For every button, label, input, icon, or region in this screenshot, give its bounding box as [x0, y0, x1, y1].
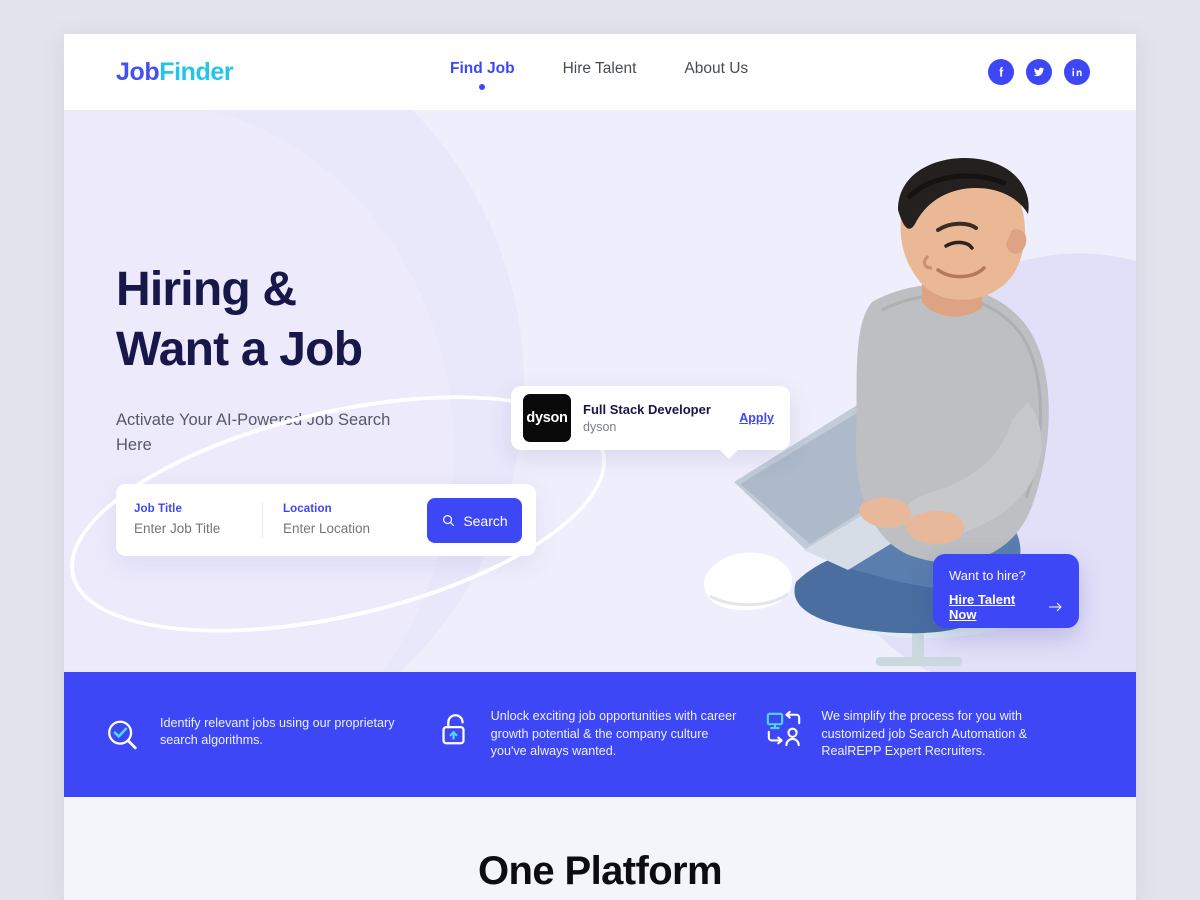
facebook-link[interactable]: [988, 59, 1014, 85]
nav-item-about-us-label: About Us: [684, 60, 749, 77]
job-card-company: dyson: [583, 420, 617, 434]
apply-link[interactable]: Apply: [739, 411, 774, 425]
search-icon: [443, 515, 455, 527]
nav-item-hire-talent-label: Hire Talent: [562, 60, 637, 77]
search-button[interactable]: Search: [427, 498, 522, 543]
hero-section: Hiring & Want a Job Activate Your AI-Pow…: [64, 110, 1136, 672]
job-card-title: Full Stack Developer: [583, 402, 711, 417]
hire-card-question: Want to hire?: [949, 568, 1026, 583]
facebook-icon: [999, 67, 1004, 77]
hire-talent-now-label: Hire Talent Now: [949, 592, 1016, 622]
feature-item-automation-text: We simplify the process for you with cus…: [821, 709, 1028, 759]
site-header: JobFinder Find Job Hire Talent About Us: [64, 34, 1136, 110]
nav-item-find-job[interactable]: Find Job: [450, 60, 515, 90]
platform-section: One Platform: [64, 797, 1136, 900]
job-title-field: Job Title: [116, 503, 262, 538]
main-nav: Find Job Hire Talent About Us: [450, 60, 748, 90]
nav-item-about-us[interactable]: About Us: [684, 60, 748, 90]
logo[interactable]: JobFinder: [116, 58, 234, 87]
location-label: Location: [283, 502, 332, 515]
arrow-right-icon: [1048, 602, 1062, 612]
location-input[interactable]: [283, 520, 403, 536]
feature-item-unlock: Unlock exciting job opportunities with c…: [435, 708, 766, 761]
social-links: [988, 59, 1090, 85]
feature-item-unlock-text: Unlock exciting job opportunities with c…: [490, 709, 737, 759]
unlock-icon: [442, 714, 465, 745]
linkedin-icon: [1072, 68, 1082, 77]
logo-primary: Job: [116, 58, 160, 86]
search-button-label: Search: [463, 512, 508, 529]
location-field: Location: [262, 502, 411, 538]
hero-headline: Hiring & Want a Job: [116, 263, 363, 376]
job-search-bar: Job Title Location Search: [116, 484, 536, 556]
job-card[interactable]: dyson Full Stack Developer dyson Apply: [511, 386, 790, 459]
monitor-person-exchange-icon: [767, 711, 801, 747]
nav-active-dot-icon: [479, 84, 486, 90]
job-company-logo: dyson: [523, 394, 571, 442]
hero-subhead: Activate Your AI-Powered Job Search Here: [116, 411, 391, 454]
feature-band: Identify relevant jobs using our proprie…: [64, 672, 1136, 797]
search-check-icon: [108, 720, 137, 749]
hero-copy: Hiring & Want a Job Activate Your AI-Pow…: [116, 260, 406, 458]
job-card-meta: Full Stack Developer dyson: [583, 402, 739, 434]
nav-item-hire-talent[interactable]: Hire Talent: [563, 60, 637, 90]
job-title-label: Job Title: [134, 502, 182, 515]
job-title-input[interactable]: [134, 520, 254, 536]
feature-item-search-text: Identify relevant jobs using our proprie…: [160, 715, 395, 748]
linkedin-link[interactable]: [1064, 59, 1090, 85]
hire-talent-now-link[interactable]: Hire Talent Now: [949, 592, 1063, 622]
hire-talent-card[interactable]: Want to hire? Hire Talent Now: [933, 554, 1079, 628]
feature-item-search: Identify relevant jobs using our proprie…: [104, 715, 435, 755]
nav-item-find-job-label: Find Job: [450, 60, 515, 77]
page-canvas: JobFinder Find Job Hire Talent About Us: [64, 34, 1136, 900]
platform-section-title: One Platform: [478, 849, 723, 893]
twitter-icon: [1033, 67, 1045, 77]
feature-item-automation: We simplify the process for you with cus…: [765, 708, 1096, 761]
logo-secondary: Finder: [159, 58, 234, 86]
twitter-link[interactable]: [1026, 59, 1052, 85]
